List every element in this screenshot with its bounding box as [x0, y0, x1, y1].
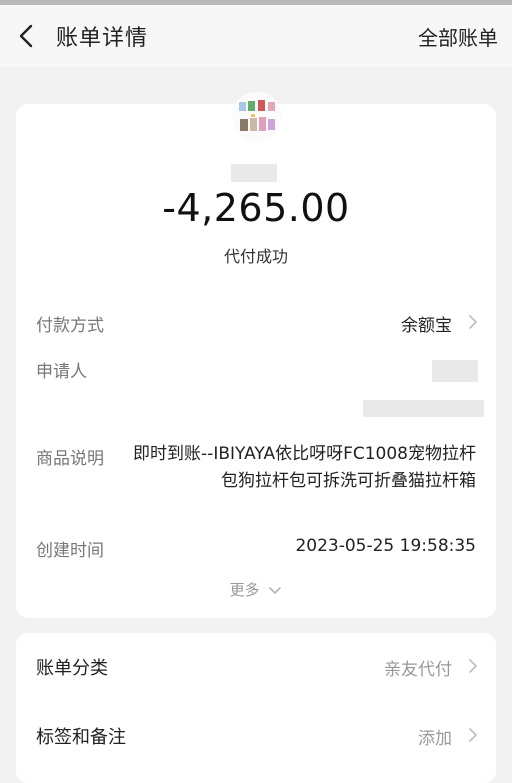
- bill-amount: -4,265.00: [162, 186, 350, 230]
- app-header: 账单详情 全部账单: [0, 5, 512, 67]
- merchant-avatar: [232, 92, 282, 142]
- tags-notes-label: 标签和备注: [36, 727, 126, 748]
- more-toggle[interactable]: 更多: [16, 579, 496, 600]
- bill-extra-card: 账单分类 亲友代付 标签和备注 添加: [16, 633, 496, 783]
- chevron-right-icon: [469, 659, 477, 673]
- created-time-value: 2023-05-25 19:58:35: [295, 536, 476, 556]
- merchant-name-masked: [231, 164, 277, 182]
- created-time-label: 创建时间: [36, 541, 104, 561]
- chevron-right-icon[interactable]: [468, 314, 478, 330]
- all-bills-link[interactable]: 全部账单: [418, 22, 498, 51]
- product-description: 即时到账--IBIYAYA依比呀呀FC1008宠物拉杆包狗拉杆包可拆洗可折叠猫拉…: [133, 444, 476, 491]
- page-title: 账单详情: [56, 26, 149, 51]
- category-value: 亲友代付: [384, 660, 452, 680]
- chevron-right-icon: [469, 728, 477, 742]
- bill-summary-card: -4,265.00 代付成功 付款方式 余额宝 申请人 商品说明 即时到账--I…: [16, 92, 496, 618]
- more-label: 更多: [229, 581, 260, 599]
- payment-method-value[interactable]: 余额宝: [401, 311, 452, 336]
- chevron-down-icon: [269, 586, 282, 594]
- applicant-label: 申请人: [36, 362, 87, 382]
- category-label: 账单分类: [36, 658, 108, 679]
- tags-notes-value: 添加: [418, 729, 452, 749]
- payment-method-label: 付款方式: [36, 316, 104, 336]
- applicant-name-masked: [432, 360, 478, 382]
- product-label: 商品说明: [36, 449, 104, 469]
- bill-status: 代付成功: [223, 247, 288, 266]
- applicant-account-masked: [363, 400, 484, 417]
- chevron-left-icon[interactable]: [14, 21, 40, 51]
